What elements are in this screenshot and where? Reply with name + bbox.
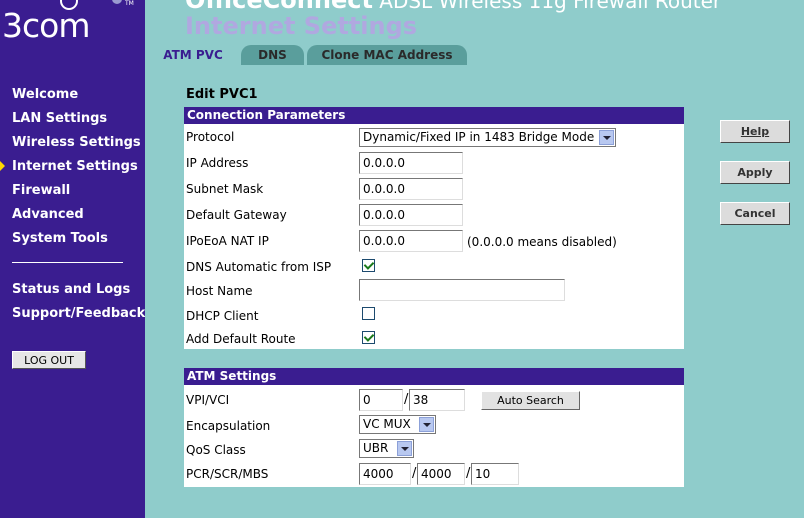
default-gateway-label: Default Gateway: [186, 208, 287, 222]
qos-class-select[interactable]: UBR: [359, 439, 414, 458]
sidebar-item-welcome[interactable]: Welcome: [12, 87, 78, 102]
chevron-down-icon: [397, 441, 412, 456]
chevron-down-icon: [599, 130, 614, 145]
ipoeoa-note: (0.0.0.0 means disabled): [467, 235, 617, 249]
vpi-vci-label: VPI/VCI: [186, 393, 230, 407]
connection-parameters-heading: Connection Parameters: [184, 107, 684, 124]
default-gateway-field[interactable]: [359, 204, 463, 226]
sidebar-item-wireless-settings[interactable]: Wireless Settings: [12, 135, 141, 150]
connection-parameters-panel: Connection Parameters Protocol Dynamic/F…: [184, 107, 684, 349]
dhcp-client-checkbox[interactable]: [362, 307, 375, 320]
encapsulation-selected-value: VC MUX: [363, 417, 411, 431]
atm-settings-panel: ATM Settings VPI/VCI / Auto Search Encap…: [184, 368, 684, 487]
protocol-selected-value: Dynamic/Fixed IP in 1483 Bridge Mode: [363, 130, 595, 144]
mbs-field[interactable]: [471, 463, 519, 485]
ipoeoa-nat-ip-label: IPoEoA NAT IP: [186, 234, 269, 248]
dns-automatic-checkbox[interactable]: [362, 259, 375, 272]
sidebar-item-advanced[interactable]: Advanced: [12, 207, 84, 222]
pcr-scr-separator: /: [412, 466, 417, 481]
help-button[interactable]: Help: [720, 120, 790, 143]
encapsulation-select[interactable]: VC MUX: [359, 415, 436, 434]
add-default-route-checkbox[interactable]: [362, 331, 375, 344]
ipoeoa-nat-ip-field[interactable]: [359, 230, 463, 252]
ip-address-field[interactable]: [359, 152, 463, 174]
pcr-scr-mbs-label: PCR/SCR/MBS: [186, 467, 269, 481]
edit-title: Edit PVC1: [186, 87, 258, 102]
cancel-button[interactable]: Cancel: [720, 202, 790, 225]
sidebar-item-status-and-logs[interactable]: Status and Logs: [12, 282, 130, 297]
qos-class-label: QoS Class: [186, 443, 246, 457]
sidebar-divider: [12, 262, 123, 263]
logo-trademark: TM: [125, 0, 134, 7]
tab-atm-pvc[interactable]: ATM PVC: [148, 45, 238, 66]
scr-mbs-separator: /: [466, 466, 471, 481]
host-name-label: Host Name: [186, 284, 253, 298]
logo-text: 3com: [2, 6, 90, 45]
page-title: Internet Settings: [185, 12, 418, 40]
sidebar-item-internet-settings[interactable]: Internet Settings: [12, 159, 138, 174]
brand-logo: 3com TM: [0, 0, 145, 60]
chevron-down-icon: [419, 417, 434, 432]
tab-clone-mac-address[interactable]: Clone MAC Address: [307, 45, 467, 65]
protocol-label: Protocol: [186, 130, 235, 144]
host-name-field[interactable]: [359, 279, 565, 301]
subnet-mask-field[interactable]: [359, 178, 463, 200]
vci-field[interactable]: [409, 389, 465, 411]
auto-search-button[interactable]: Auto Search: [481, 391, 580, 410]
scr-field[interactable]: [417, 463, 465, 485]
help-button-label: Help: [740, 125, 770, 138]
sidebar-item-system-tools[interactable]: System Tools: [12, 231, 108, 246]
dhcp-client-label: DHCP Client: [186, 309, 259, 323]
qos-class-selected-value: UBR: [363, 441, 389, 455]
sidebar-item-firewall[interactable]: Firewall: [12, 183, 70, 198]
sidebar: 3com TM Welcome LAN Settings Wireless Se…: [0, 0, 145, 518]
subnet-mask-label: Subnet Mask: [186, 182, 264, 196]
apply-button[interactable]: Apply: [720, 161, 790, 184]
dns-automatic-label: DNS Automatic from ISP: [186, 260, 332, 274]
logout-button[interactable]: LOG OUT: [12, 351, 86, 369]
ip-address-label: IP Address: [186, 156, 249, 170]
protocol-select[interactable]: Dynamic/Fixed IP in 1483 Bridge Mode: [359, 128, 616, 147]
vpi-field[interactable]: [359, 389, 403, 411]
encapsulation-label: Encapsulation: [186, 419, 271, 433]
add-default-route-label: Add Default Route: [186, 332, 296, 346]
atm-settings-heading: ATM Settings: [184, 368, 684, 385]
product-name-rest: ADSL Wireless 11g Firewall Router: [372, 0, 722, 13]
pcr-field[interactable]: [359, 463, 411, 485]
vpi-vci-separator: /: [404, 392, 409, 407]
tab-dns[interactable]: DNS: [241, 45, 304, 65]
sidebar-item-lan-settings[interactable]: LAN Settings: [12, 111, 107, 126]
logo-dot-icon: [112, 0, 122, 4]
active-arrow-icon: [0, 161, 5, 171]
sidebar-item-support-feedback[interactable]: Support/Feedback: [12, 306, 145, 321]
